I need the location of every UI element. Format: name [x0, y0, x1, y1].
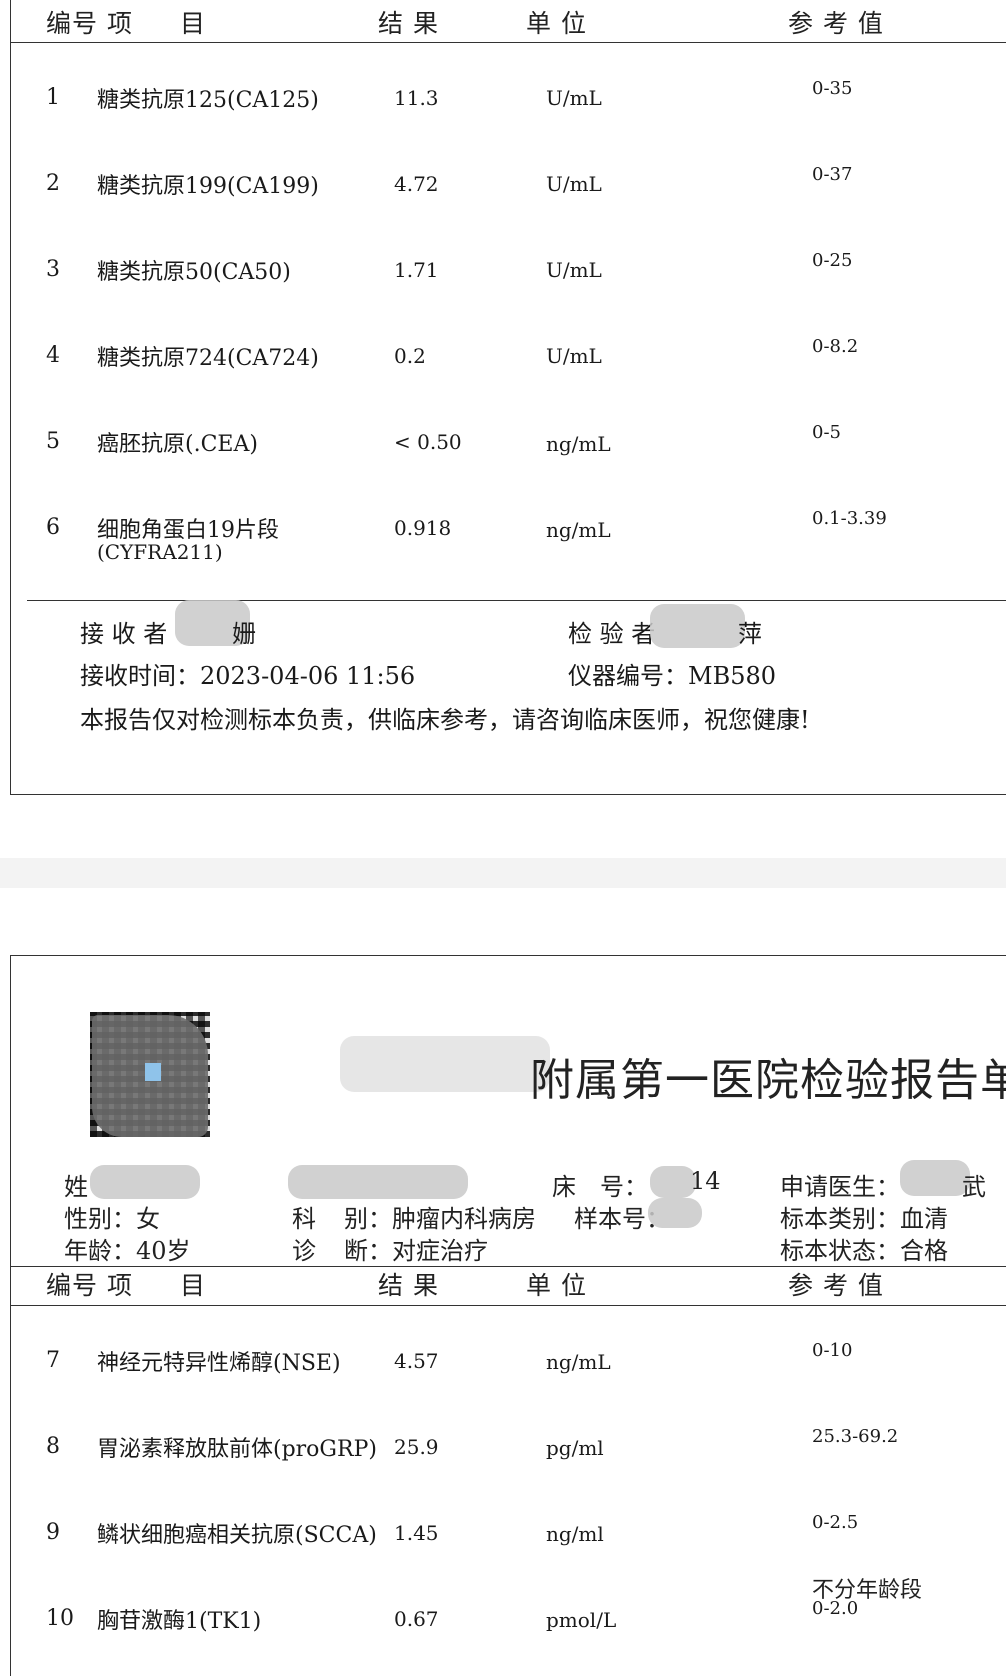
row-reference: 0.1-3.39: [812, 508, 887, 529]
row-unit: ng/mL: [546, 518, 611, 542]
diagnosis-label: 诊: [292, 1237, 316, 1265]
patient-gender: 性别：女: [64, 1205, 160, 1233]
row-unit: U/mL: [546, 172, 602, 196]
bed-number-tail: 14: [690, 1167, 721, 1195]
row-item-name: 糖类抗原125(CA125): [97, 88, 319, 113]
receiver-label: 接 收 者: [80, 620, 168, 648]
row-result: 11.3: [394, 86, 439, 110]
row-reference: 0-35: [812, 78, 853, 99]
row-number: 7: [46, 1348, 60, 1373]
row-reference: 0-2.5: [812, 1512, 859, 1533]
report-title: 附属第一医院检验报告单: [530, 1055, 1006, 1106]
row-number: 3: [46, 257, 60, 282]
header-result: 结 果: [378, 1271, 439, 1300]
doctor-name-tail: 武: [962, 1173, 986, 1201]
row-number: 8: [46, 1434, 60, 1459]
header-divider: [10, 1305, 1006, 1306]
row-result: 0.918: [394, 516, 452, 540]
header-item-tail: 目: [180, 9, 207, 38]
row-item-name-line2: (CYFRA211): [97, 540, 223, 564]
instrument-number: 仪器编号：MB580: [568, 662, 777, 690]
header-code-item: 编号 项: [46, 9, 133, 38]
row-unit: pmol/L: [546, 1608, 617, 1632]
redaction-blur: [648, 1198, 702, 1228]
diagnosis: 断：对症治疗: [344, 1237, 488, 1265]
row-item-name: 糖类抗原724(CA724): [97, 346, 319, 371]
row-unit: U/mL: [546, 258, 602, 282]
header-result: 结 果: [378, 9, 439, 38]
doctor-label: 申请医生：: [780, 1173, 900, 1201]
receive-time: 接收时间：2023-04-06 11:56: [80, 662, 416, 690]
row-item-name: 鳞状细胞癌相关抗原(SCCA): [97, 1523, 377, 1548]
row-result: 4.72: [394, 172, 439, 196]
row-item-name: 胃泌素释放肽前体(proGRP): [97, 1437, 377, 1462]
row-number: 4: [46, 343, 60, 368]
report-notice: 本报告仅对检测标本负责，供临床参考，请咨询临床医师，祝您健康!: [80, 706, 810, 734]
header-unit: 单 位: [526, 9, 587, 38]
page-gap: [0, 858, 1006, 888]
row-reference: 0-25: [812, 250, 853, 271]
patient-name-label: 姓: [64, 1173, 88, 1201]
row-item-name: 神经元特异性烯醇(NSE): [97, 1351, 341, 1376]
header-unit: 单 位: [526, 1271, 587, 1300]
row-number: 9: [46, 1520, 60, 1545]
row-number: 1: [46, 85, 60, 110]
row-item-name: 糖类抗原50(CA50): [97, 260, 291, 285]
row-number: 6: [46, 515, 60, 540]
header-item-tail: 目: [180, 1271, 207, 1300]
redaction-blur: [340, 1036, 550, 1092]
row-reference: 0-10: [812, 1340, 853, 1361]
row-result: < 0.50: [394, 430, 462, 454]
dept-label: 科: [292, 1205, 316, 1233]
row-unit: ng/mL: [546, 432, 611, 456]
redaction-blur: [900, 1160, 970, 1196]
row-result: 0.2: [394, 344, 426, 368]
receiver-name-tail: 姗: [232, 620, 256, 648]
row-item-name: 癌胚抗原(.CEA): [97, 432, 258, 457]
row-unit: ng/ml: [546, 1522, 604, 1546]
row-result: 1.45: [394, 1521, 439, 1545]
row-unit: U/mL: [546, 344, 602, 368]
redaction-blur: [650, 604, 745, 648]
row-reference: 25.3-69.2: [812, 1426, 899, 1447]
header-reference: 参 考 值: [788, 9, 884, 38]
row-result: 4.57: [394, 1349, 439, 1373]
footer-divider: [27, 600, 1006, 601]
tester-name-tail: 萍: [738, 620, 762, 648]
redaction-blur: [288, 1165, 468, 1199]
sample-type: 标本类别：血清: [780, 1205, 948, 1233]
row-reference: 0-37: [812, 164, 853, 185]
department: 别：肿瘤内科病房: [344, 1205, 536, 1233]
row-unit: pg/ml: [546, 1436, 604, 1460]
row-item-name: 胸苷激酶1(TK1): [97, 1609, 262, 1634]
header-divider: [10, 42, 1006, 43]
row-item-name: 糖类抗原199(CA199): [97, 174, 319, 199]
sample-state: 标本状态：合格: [780, 1237, 948, 1265]
row-number: 10: [46, 1606, 74, 1631]
row-number: 5: [46, 429, 60, 454]
row-result: 0.67: [394, 1607, 439, 1631]
row-reference: 0-2.0: [812, 1598, 859, 1619]
patient-age: 年龄：40岁: [64, 1237, 191, 1265]
header-code-item: 编号 项: [46, 1271, 133, 1300]
row-result: 1.71: [394, 258, 439, 282]
row-result: 25.9: [394, 1435, 439, 1459]
row-reference: 0-5: [812, 422, 841, 443]
row-number: 2: [46, 171, 60, 196]
row-reference: 0-8.2: [812, 336, 859, 357]
row-unit: U/mL: [546, 86, 602, 110]
bed-label: 床 号：: [552, 1173, 648, 1201]
redaction-blur: [90, 1165, 200, 1199]
row-unit: ng/mL: [546, 1350, 611, 1374]
header-reference: 参 考 值: [788, 1271, 884, 1300]
tester-label: 检 验 者: [568, 620, 656, 648]
redaction-blur: [145, 1063, 161, 1081]
